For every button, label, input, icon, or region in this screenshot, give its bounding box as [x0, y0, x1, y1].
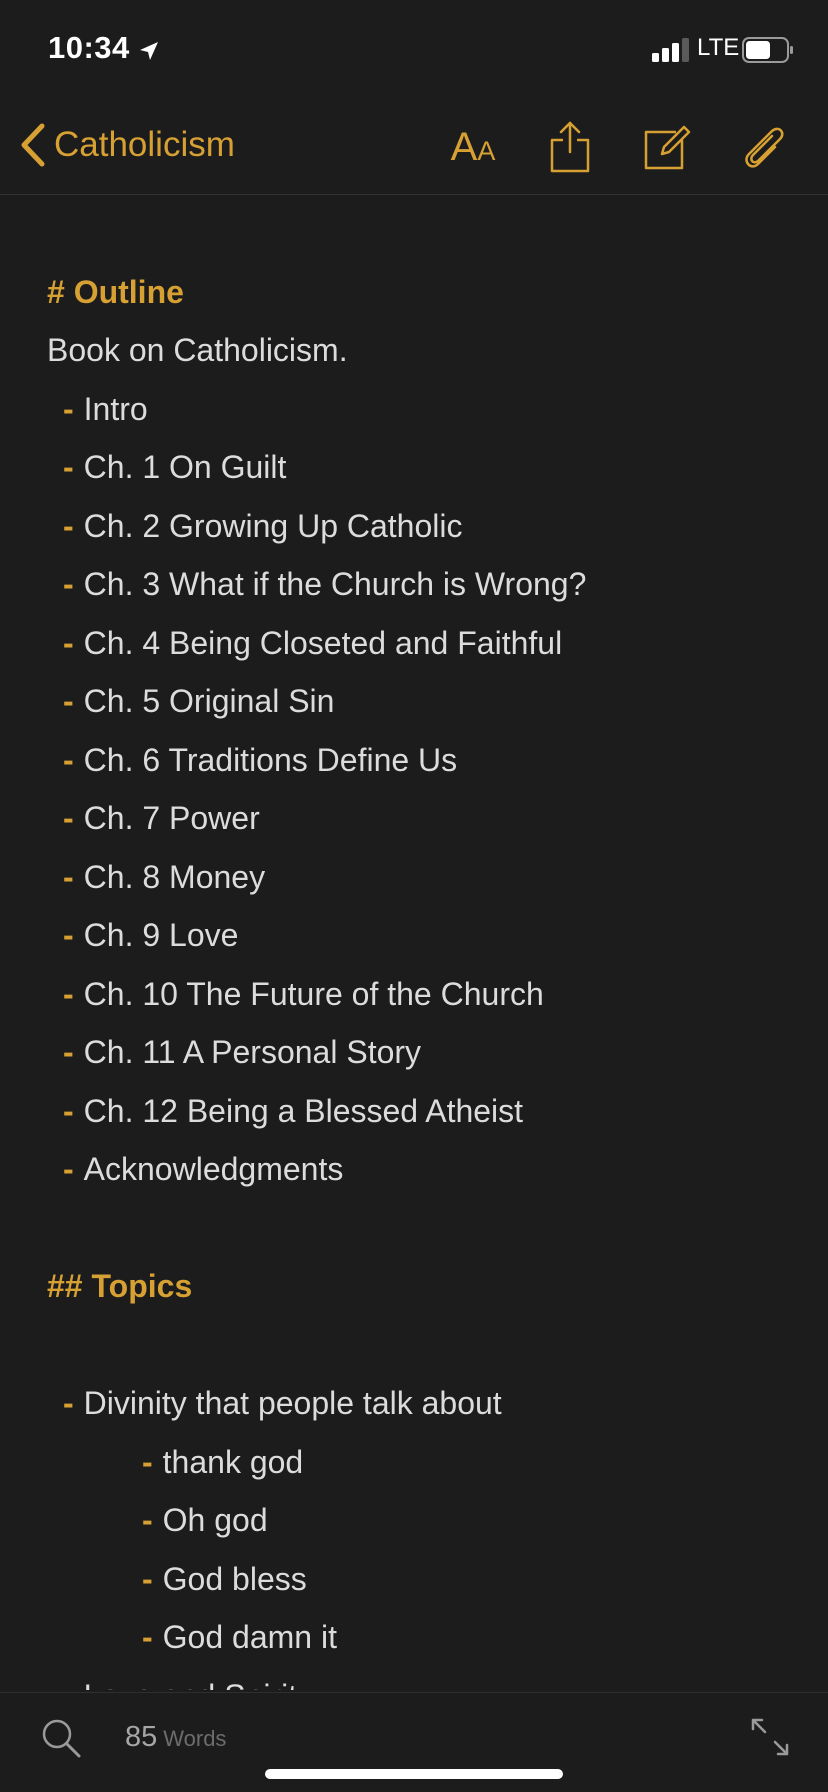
subtopic-item: - God bless: [142, 1561, 307, 1598]
outline-item-label: Ch. 7 Power: [83, 800, 260, 836]
bullet-dash: -: [63, 976, 74, 1012]
outline-item-label: Ch. 1 On Guilt: [83, 449, 287, 485]
topic-item-label: Love and Spirit: [84, 1678, 297, 1690]
subtopic-item: - God damn it: [142, 1619, 337, 1656]
outline-item: - Ch. 7 Power: [63, 800, 260, 837]
compose-button[interactable]: [638, 118, 696, 176]
bullet-dash: -: [63, 859, 74, 895]
expand-arrows-icon[interactable]: [748, 1715, 792, 1759]
nav-bar: Catholicism AA: [0, 100, 828, 195]
battery-icon: [742, 37, 793, 63]
outline-item: - Ch. 4 Being Closeted and Faithful: [63, 625, 562, 662]
compose-icon: [644, 125, 691, 170]
bullet-dash: -: [63, 1678, 74, 1690]
bullet-dash: -: [63, 625, 74, 661]
subtopic-item-label: thank god: [162, 1444, 304, 1480]
bullet-dash: -: [63, 683, 74, 719]
bullet-dash: -: [63, 1151, 74, 1187]
subtopic-item-label: God bless: [162, 1561, 307, 1597]
outline-item: - Ch. 2 Growing Up Catholic: [63, 508, 462, 545]
outline-item: - Ch. 3 What if the Church is Wrong?: [63, 566, 586, 603]
outline-item: - Acknowledgments: [63, 1151, 343, 1188]
outline-item-label: Ch. 9 Love: [83, 917, 239, 953]
bullet-dash: -: [63, 800, 74, 836]
back-button-label: Catholicism: [54, 125, 235, 164]
bullet-dash: -: [63, 917, 74, 953]
outline-item: - Ch. 10 The Future of the Church: [63, 976, 544, 1013]
outline-item-label: Ch. 3 What if the Church is Wrong?: [83, 566, 587, 602]
share-button[interactable]: [541, 118, 599, 176]
outline-item: - Ch. 9 Love: [63, 917, 238, 954]
bullet-dash: -: [63, 1385, 74, 1421]
topic-item: -Love and Spirit: [63, 1678, 297, 1690]
location-arrow-icon: [140, 42, 158, 60]
note-editor[interactable]: # Outline Book on Catholicism. - Intro -C…: [0, 196, 828, 1690]
status-time: 10:34: [48, 30, 130, 65]
outline-item-label: Intro: [83, 391, 148, 427]
bullet-dash: -: [63, 1093, 74, 1129]
outline-item-label: Ch. 2 Growing Up Catholic: [83, 508, 463, 544]
network-type-label: LTE: [697, 34, 740, 61]
subtopic-item-label: Oh god: [162, 1502, 268, 1538]
home-indicator[interactable]: [265, 1769, 563, 1779]
share-icon: [550, 121, 590, 173]
font-size-icon: AA: [451, 125, 496, 170]
outline-item-label: Ch. 11 A Personal Story: [83, 1034, 422, 1070]
word-count-label: Words: [163, 1726, 227, 1751]
chevron-left-icon: [21, 123, 45, 167]
outline-item: - Ch. 5 Original Sin: [63, 683, 334, 720]
topics-heading: ## Topics: [47, 1268, 193, 1304]
subtopic-item: - thank god: [142, 1444, 303, 1481]
subtopic-item-label: God damn it: [162, 1619, 337, 1655]
outline-item: - Ch. 12 Being a Blessed Atheist: [63, 1093, 523, 1130]
topic-item: - Divinity that people talk about: [63, 1385, 502, 1422]
outline-item-label: Ch. 6 Traditions Define Us: [83, 742, 458, 778]
paperclip-icon: [745, 127, 784, 168]
bullet-dash: -: [63, 566, 74, 602]
outline-item-label: Acknowledgments: [83, 1151, 344, 1187]
notes-editor-screen: 10:34 LTE Catholicism AA # Outline Book …: [0, 0, 828, 1792]
back-button[interactable]: Catholicism: [18, 120, 235, 170]
outline-item-label: Ch. 12 Being a Blessed Atheist: [83, 1093, 524, 1129]
signal-bars-icon: [652, 38, 689, 62]
word-count: 85 Words: [125, 1721, 226, 1754]
bullet-dash: -: [142, 1444, 153, 1480]
bullet-dash: -: [63, 449, 74, 485]
outline-item-label: Ch. 10 The Future of the Church: [83, 976, 544, 1012]
search-icon[interactable]: [40, 1717, 82, 1759]
bullet-dash: -: [63, 1034, 74, 1070]
outline-heading: # Outline: [47, 274, 184, 310]
outline-item: - Ch. 11 A Personal Story: [63, 1034, 421, 1071]
font-size-icon-small-a: A: [477, 135, 496, 166]
bullet-dash: -: [142, 1619, 153, 1655]
font-size-icon-large-a: A: [450, 124, 478, 169]
intro-text: Book on Catholicism.: [47, 332, 348, 368]
topic-item-label: Divinity that people talk about: [83, 1385, 502, 1421]
outline-item-label: Ch. 8 Money: [83, 859, 266, 895]
bullet-dash: -: [63, 742, 74, 778]
outline-item: - Ch. 8 Money: [63, 859, 265, 896]
outline-item-label: Ch. 4 Being Closeted and Faithful: [83, 625, 563, 661]
outline-item: - Ch. 1 On Guilt: [63, 449, 286, 486]
bullet-dash: -: [63, 391, 74, 427]
bullet-dash: -: [142, 1561, 153, 1597]
bottom-toolbar: 85 Words: [0, 1692, 828, 1792]
outline-item: - Intro: [63, 391, 148, 428]
bullet-dash: -: [142, 1502, 153, 1538]
font-size-button[interactable]: AA: [444, 118, 502, 176]
outline-item-label: Ch. 5 Original Sin: [83, 683, 335, 719]
attach-button[interactable]: [735, 118, 793, 176]
status-bar: 10:34 LTE: [0, 0, 828, 100]
word-count-value: 85: [125, 1721, 158, 1753]
subtopic-item: - Oh god: [142, 1502, 268, 1539]
outline-item: - Ch. 6 Traditions Define Us: [63, 742, 457, 779]
bullet-dash: -: [63, 508, 74, 544]
